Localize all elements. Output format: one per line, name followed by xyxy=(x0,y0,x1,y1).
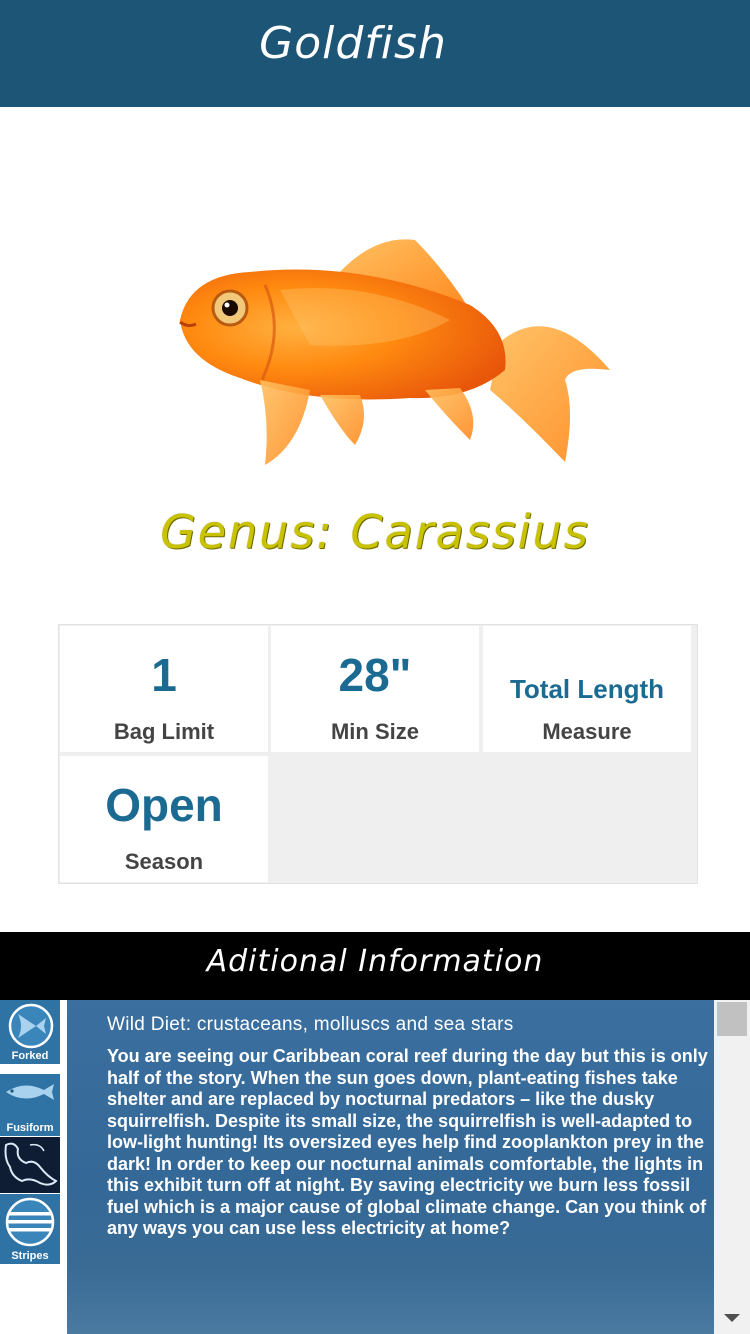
forked-tail-icon xyxy=(8,1003,54,1049)
season-label: Season xyxy=(124,849,204,874)
bag-limit-cell: 1 Bag Limit xyxy=(60,626,268,752)
measure-label: Measure xyxy=(542,719,632,744)
season-cell: Open Season xyxy=(60,756,268,882)
sidebar-item-label: Fusiform xyxy=(6,1122,54,1134)
min-size-cell: 28" Min Size xyxy=(271,626,479,752)
additional-info-panel: Wild Diet: crustaceans, molluscs and sea… xyxy=(67,1000,714,1334)
bag-limit-value: 1 xyxy=(151,649,177,701)
additional-info-header: Aditional Information xyxy=(0,932,750,1000)
additional-info-title: Aditional Information xyxy=(206,944,544,979)
regulations-grid: 1 Bag Limit 28" Min Size Total Length Me… xyxy=(58,624,698,884)
info-scrollbar[interactable] xyxy=(714,1000,750,1334)
sidebar-item-map[interactable] xyxy=(0,1137,60,1193)
sidebar-item-fusiform[interactable]: Fusiform xyxy=(0,1074,60,1136)
measure-value: Total Length xyxy=(509,674,665,704)
sidebar-item-forked[interactable]: Forked xyxy=(0,1000,60,1064)
fusiform-fish-icon xyxy=(6,1084,54,1100)
min-size-value: 28" xyxy=(338,649,412,701)
measure-cell: Total Length Measure xyxy=(483,626,691,752)
sidebar-item-label: Stripes xyxy=(11,1250,49,1262)
scrollbar-thumb[interactable] xyxy=(717,1002,747,1036)
region-map-icon xyxy=(4,1142,58,1186)
sidebar-item-stripes[interactable]: Stripes xyxy=(0,1194,60,1264)
sidebar-item-label: Forked xyxy=(11,1050,49,1062)
stripes-icon xyxy=(5,1197,55,1247)
page-title: Goldfish xyxy=(259,18,447,69)
season-value: Open xyxy=(105,779,223,831)
app-header: Goldfish xyxy=(0,0,750,107)
feature-sidebar: Forked Fusiform Stripes xyxy=(0,1000,60,1264)
bag-limit-label: Bag Limit xyxy=(113,719,215,744)
scroll-down-icon[interactable] xyxy=(724,1314,740,1322)
genus-label: Genus: Carassius xyxy=(160,505,590,559)
goldfish-image xyxy=(179,239,610,465)
min-size-label: Min Size xyxy=(330,719,419,744)
info-heading: Wild Diet: crustaceans, molluscs and sea… xyxy=(107,1014,514,1035)
info-body: You are seeing our Caribbean coral reef … xyxy=(107,1046,708,1238)
